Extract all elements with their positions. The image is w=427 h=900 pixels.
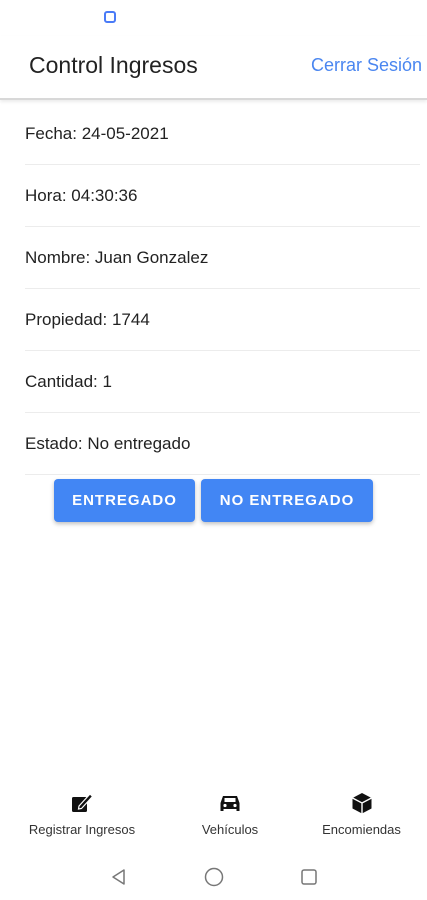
detail-hora: Hora: 04:30:36 [25, 165, 420, 227]
edit-note-icon [70, 790, 94, 816]
detail-propiedad: Propiedad: 1744 [25, 289, 420, 351]
tab-label-vehiculos: Vehículos [201, 822, 259, 837]
status-actions: ENTREGADO NO ENTREGADO [0, 479, 427, 522]
entry-details-list: Fecha: 24-05-2021 Hora: 04:30:36 Nombre:… [0, 103, 427, 475]
bottom-tab-bar: Registrar Ingresos Vehículos Encomiendas [0, 790, 427, 850]
tab-registrar-ingresos[interactable]: Registrar Ingresos [20, 790, 144, 837]
status-notification-icon [104, 11, 116, 23]
package-cube-icon [350, 790, 374, 816]
home-icon[interactable] [202, 865, 226, 889]
car-icon [218, 790, 242, 816]
status-bar [0, 0, 427, 36]
system-nav-bar [0, 855, 427, 900]
tab-vehiculos[interactable]: Vehículos [190, 790, 270, 837]
detail-estado: Estado: No entregado [25, 413, 420, 475]
logout-link[interactable]: Cerrar Sesión [311, 55, 422, 76]
detail-cantidad: Cantidad: 1 [25, 351, 420, 413]
detail-fecha: Fecha: 24-05-2021 [25, 103, 420, 165]
page-title: Control Ingresos [29, 52, 198, 78]
tab-label-encomiendas: Encomiendas [322, 822, 401, 837]
app-header: Control Ingresos Cerrar Sesión [0, 36, 427, 100]
recent-apps-icon[interactable] [297, 865, 321, 889]
tab-encomiendas[interactable]: Encomiendas [314, 790, 409, 837]
detail-nombre: Nombre: Juan Gonzalez [25, 227, 420, 289]
back-icon[interactable] [107, 865, 131, 889]
tab-label-registrar: Registrar Ingresos [28, 822, 136, 837]
delivered-button[interactable]: ENTREGADO [54, 479, 195, 522]
not-delivered-button[interactable]: NO ENTREGADO [201, 479, 373, 522]
